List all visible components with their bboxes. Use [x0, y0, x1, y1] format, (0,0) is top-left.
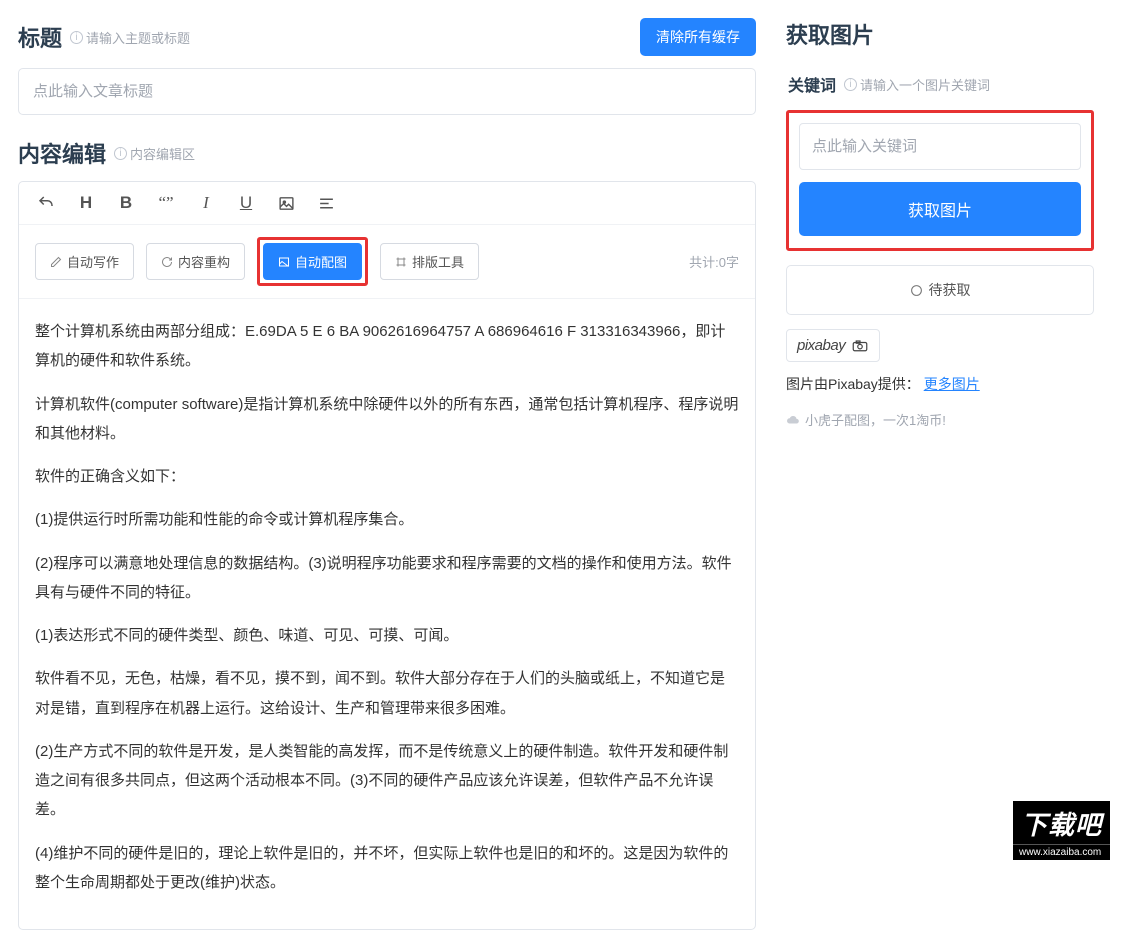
word-count: 共计:0字: [689, 252, 739, 271]
keyword-input[interactable]: [799, 123, 1081, 170]
watermark: 下载吧 www.xiazaiba.com: [1013, 801, 1110, 860]
restructure-button[interactable]: 内容重构: [146, 243, 245, 280]
title-hint: i 请输入主题或标题: [70, 28, 190, 47]
main-column: 标题 i 请输入主题或标题 清除所有缓存 内容编辑 i 内容编辑区 H B “”…: [0, 0, 770, 860]
keyword-header: 关键词 i 请输入一个图片关键词: [786, 72, 1094, 96]
wait-fetch-button[interactable]: 待获取: [786, 265, 1094, 315]
title-section-label: 标题 i 请输入主题或标题: [18, 21, 190, 53]
info-icon: i: [844, 78, 857, 91]
editor-header: 内容编辑 i 内容编辑区: [18, 137, 756, 169]
action-toolbar: 自动写作 内容重构 自动配图 排版工具 共计:0字: [19, 225, 755, 299]
keyword-highlight-box: 获取图片: [786, 110, 1094, 251]
editor-hint: i 内容编辑区: [114, 144, 195, 163]
paragraph: (2)程序可以满意地处理信息的数据结构。(3)说明程序功能要求和程序需要的文档的…: [35, 549, 739, 608]
more-images-link[interactable]: 更多图片: [924, 376, 980, 392]
article-title-input[interactable]: [18, 68, 756, 115]
paragraph: 计算机软件(computer software)是指计算机系统中除硬件以外的所有…: [35, 390, 739, 449]
image-icon[interactable]: [275, 192, 297, 214]
editor-label: 内容编辑: [18, 137, 106, 169]
paragraph: (1)表达形式不同的硬件类型、颜色、味道、可见、可摸、可闻。: [35, 621, 739, 650]
format-toolbar: H B “” I U: [19, 182, 755, 225]
undo-icon[interactable]: [35, 192, 57, 214]
bold-icon[interactable]: B: [115, 192, 137, 214]
title-label: 标题: [18, 21, 62, 53]
paragraph: 软件的正确含义如下：: [35, 462, 739, 491]
auto-image-button[interactable]: 自动配图: [263, 243, 362, 280]
underline-icon[interactable]: U: [235, 192, 257, 214]
info-icon: i: [114, 147, 127, 160]
paragraph: 软件看不见，无色，枯燥，看不见，摸不到，闻不到。软件大部分存在于人们的头脑或纸上…: [35, 664, 739, 723]
paragraph: 整个计算机系统由两部分组成：E.69DA 5 E 6 BA 9062616964…: [35, 317, 739, 376]
layout-tool-button[interactable]: 排版工具: [380, 243, 479, 280]
keyword-hint: i 请输入一个图片关键词: [844, 75, 990, 94]
quote-icon[interactable]: “”: [155, 192, 177, 214]
editor-section-label: 内容编辑 i 内容编辑区: [18, 137, 195, 169]
title-header: 标题 i 请输入主题或标题 清除所有缓存: [18, 18, 756, 56]
auto-image-highlight: 自动配图: [257, 237, 368, 286]
cloud-icon: [786, 413, 800, 427]
tip-row: 小虎子配图，一次1淘币!: [786, 410, 1094, 429]
pixabay-badge: pixabay: [786, 329, 880, 362]
paragraph: (2)生产方式不同的软件是开发，是人类智能的高发挥，而不是传统意义上的硬件制造。…: [35, 737, 739, 825]
fetch-image-button[interactable]: 获取图片: [799, 182, 1081, 236]
paragraph: (1)提供运行时所需功能和性能的命令或计算机程序集合。: [35, 505, 739, 534]
heading-icon[interactable]: H: [75, 192, 97, 214]
align-left-icon[interactable]: [315, 192, 337, 214]
fetch-image-title: 获取图片: [786, 18, 1094, 50]
keyword-label: 关键词: [788, 72, 836, 96]
sidebar-column: 获取图片 关键词 i 请输入一个图片关键词 获取图片 待获取 pixabay 图…: [770, 0, 1110, 860]
clear-cache-button[interactable]: 清除所有缓存: [640, 18, 756, 56]
editor-content[interactable]: 整个计算机系统由两部分组成：E.69DA 5 E 6 BA 9062616964…: [19, 299, 755, 929]
editor-container: H B “” I U 自动写作 内容重构 自动配图: [18, 181, 756, 930]
info-icon: i: [70, 31, 83, 44]
italic-icon[interactable]: I: [195, 192, 217, 214]
paragraph: (4)维护不同的硬件是旧的，理论上软件是旧的，并不坏，但实际上软件也是旧的和坏的…: [35, 839, 739, 898]
auto-write-button[interactable]: 自动写作: [35, 243, 134, 280]
provider-row: 图片由Pixabay提供： 更多图片: [786, 374, 1094, 394]
